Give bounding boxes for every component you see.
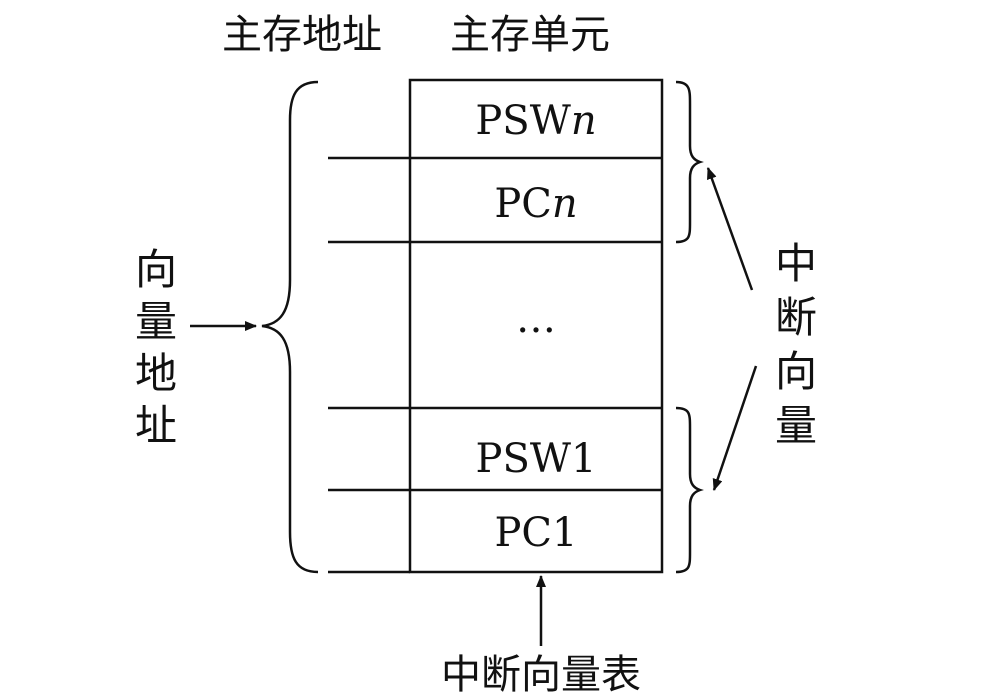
interrupt-vector-table-label: 中断向量表: [441, 652, 641, 698]
vector-address-char: 量: [135, 297, 177, 346]
vector-address-char: 址: [135, 401, 177, 450]
right-brace-vector-1: [675, 406, 704, 574]
vector-address-char: 向: [135, 245, 177, 294]
right-brace-vector-n: [675, 80, 704, 244]
vector-address-label: 向 量 地 址: [135, 245, 177, 450]
interrupt-vector-label: 中 断 向 量: [775, 239, 817, 450]
vector-address-char: 地: [135, 349, 177, 398]
interrupt-vector-table-diagram: 主存地址 主存单元 PSWn PCn … PSW1 PC1 向 量 地 址 中 …: [135, 12, 817, 698]
cell-pc1: PC1: [495, 510, 578, 556]
cell-ellipsis: …: [516, 296, 556, 342]
cell-pswn: PSWn: [475, 98, 596, 144]
interrupt-vector-char: 量: [775, 401, 817, 450]
header-main-memory-address: 主存地址: [222, 12, 382, 58]
interrupt-vector-char: 断: [775, 293, 817, 342]
memory-table: [328, 78, 664, 574]
cell-psw1: PSW1: [476, 436, 597, 482]
interrupt-vector-char: 中: [775, 239, 817, 288]
interrupt-vector-char: 向: [775, 347, 817, 396]
cell-pcn: PCn: [494, 181, 577, 227]
interrupt-vector-arrow-up: [706, 167, 754, 291]
interrupt-vector-arrow-down: [712, 365, 758, 491]
header-main-memory-unit: 主存单元: [450, 12, 610, 58]
left-brace: [261, 80, 319, 574]
